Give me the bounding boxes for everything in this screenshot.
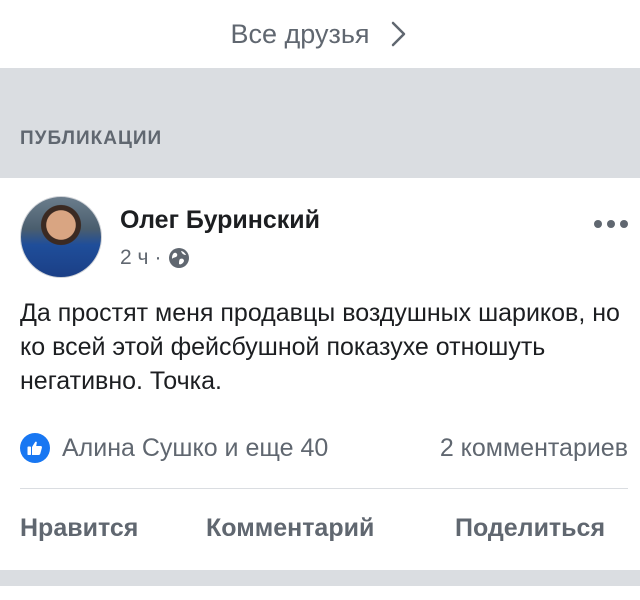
actions-divider xyxy=(20,488,628,489)
like-button[interactable]: Нравится xyxy=(20,514,138,543)
next-card-edge xyxy=(0,586,640,600)
post-actions: Нравится Комментарий Поделиться xyxy=(0,500,640,556)
post-time[interactable]: 2 ч xyxy=(120,246,148,270)
reaction-names[interactable]: Алина Сушко и еще 40 xyxy=(62,434,440,463)
comment-button[interactable]: Комментарий xyxy=(206,514,374,543)
author-avatar[interactable] xyxy=(20,196,102,278)
like-icon xyxy=(20,433,50,463)
bottom-divider-band xyxy=(0,570,640,586)
all-friends-label: Все друзья xyxy=(230,18,370,49)
comments-count[interactable]: 2 комментариев xyxy=(440,434,628,463)
post-card: Олег Буринский 2 ч · Да простят меня про… xyxy=(0,178,640,570)
more-icon[interactable] xyxy=(594,218,628,230)
section-divider-band xyxy=(0,68,640,178)
post-text: Да простят меня продавцы воздушных шарик… xyxy=(20,299,620,395)
globe-icon xyxy=(169,248,190,268)
all-friends-link[interactable]: Все друзья xyxy=(0,0,640,68)
author-name[interactable]: Олег Буринский xyxy=(120,206,320,235)
post-meta: 2 ч · xyxy=(120,246,191,270)
share-button[interactable]: Поделиться xyxy=(455,514,605,543)
reactions-bar[interactable]: Алина Сушко и еще 40 2 комментариев xyxy=(20,430,628,466)
section-title: ПУБЛИКАЦИИ xyxy=(20,128,163,149)
chevron-right-icon xyxy=(391,21,405,47)
meta-separator: · xyxy=(154,246,162,269)
